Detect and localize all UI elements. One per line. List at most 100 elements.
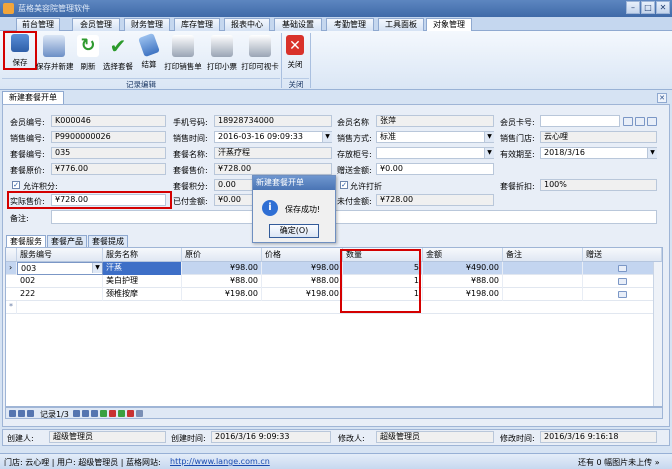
amount-cell[interactable]: ¥490.00: [423, 262, 503, 275]
note-cell[interactable]: [503, 288, 583, 301]
save-record-icon[interactable]: [118, 410, 125, 417]
cabinet-field[interactable]: [376, 147, 494, 159]
gift-toggle-button[interactable]: [618, 265, 627, 272]
table-row[interactable]: 222 颈椎按摩 ¥198.00 ¥198.00 1 ¥198.00: [6, 288, 662, 301]
first-record-icon[interactable]: [9, 410, 16, 417]
service-name-cell[interactable]: 美白护理: [103, 275, 182, 288]
sales-time-field[interactable]: 2016-03-16 09:09:33: [214, 131, 332, 143]
original-price-field[interactable]: ¥776.00: [51, 163, 166, 175]
filter-icon[interactable]: [136, 410, 143, 417]
note-cell[interactable]: [503, 262, 583, 275]
column-header[interactable]: 赠送: [583, 248, 662, 262]
column-header[interactable]: 原价: [182, 248, 262, 262]
amount-cell[interactable]: ¥198.00: [423, 288, 503, 301]
maximize-button[interactable]: □: [641, 1, 655, 14]
sales-store-field[interactable]: 云心哩: [540, 131, 657, 143]
close-document-icon[interactable]: ✕: [657, 93, 667, 103]
save-button[interactable]: 保存: [3, 31, 37, 70]
package-discount-field[interactable]: 100%: [540, 179, 657, 191]
member-name-field[interactable]: 张萍: [376, 115, 494, 127]
website-link[interactable]: http://www.lange.com.cn: [170, 457, 270, 466]
sales-no-field[interactable]: P9900000026: [51, 131, 166, 143]
card-clear-button[interactable]: [647, 117, 657, 126]
amount-cell[interactable]: ¥88.00: [423, 275, 503, 288]
service-name-cell[interactable]: 汗蒸: [103, 262, 182, 275]
grid-scrollbar[interactable]: [653, 262, 662, 406]
unpaid-field[interactable]: ¥728.00: [376, 194, 494, 206]
allow-discount-checkbox[interactable]: ✓: [340, 181, 348, 189]
service-code-cell[interactable]: 222: [17, 288, 103, 301]
close-window-button[interactable]: ✕: [656, 1, 670, 14]
tab-attendance[interactable]: 考勤管理: [326, 18, 374, 31]
tab-reports[interactable]: 报表中心: [224, 18, 270, 31]
tab-member[interactable]: 会员管理: [72, 18, 120, 31]
close-button[interactable]: ✕ 关闭: [284, 33, 306, 77]
print-card-button[interactable]: 打印可视卡: [241, 33, 279, 77]
original-price-cell[interactable]: ¥198.00: [182, 288, 262, 301]
column-header[interactable]: 服务编号: [17, 248, 103, 262]
tab-settings[interactable]: 基础设置: [274, 18, 322, 31]
sales-method-select[interactable]: 标准: [376, 131, 494, 143]
gift-amount-field[interactable]: ¥0.00: [376, 163, 494, 175]
last-record-icon[interactable]: [91, 410, 98, 417]
column-header[interactable]: 价格: [262, 248, 343, 262]
price-cell[interactable]: ¥198.00: [262, 288, 343, 301]
cancel-record-icon[interactable]: [127, 410, 134, 417]
ok-button[interactable]: 确定(O): [269, 224, 319, 238]
table-row[interactable]: 002 美白护理 ¥88.00 ¥88.00 1 ¥88.00: [6, 275, 662, 288]
chevron-down-icon[interactable]: ▼: [484, 148, 494, 158]
chevron-down-icon[interactable]: ▼: [484, 132, 494, 142]
price-cell[interactable]: ¥88.00: [262, 275, 343, 288]
tab-package-commission[interactable]: 套餐提成: [88, 235, 128, 247]
chevron-down-icon[interactable]: ▼: [92, 263, 102, 273]
tab-objects[interactable]: 对象管理: [426, 18, 472, 32]
prev-record-icon[interactable]: [27, 410, 34, 417]
delete-record-icon[interactable]: [109, 410, 116, 417]
gift-toggle-button[interactable]: [618, 291, 627, 298]
checkout-button[interactable]: 结算: [137, 32, 161, 77]
original-price-cell[interactable]: ¥88.00: [182, 275, 262, 288]
tab-package-products[interactable]: 套餐产品: [47, 235, 87, 247]
column-header[interactable]: 服务名称: [103, 248, 182, 262]
print-receipt-button[interactable]: 打印小票: [205, 33, 239, 77]
tab-tools[interactable]: 工具面板: [378, 18, 424, 31]
table-row[interactable]: › 003 ▼ 汗蒸 ¥98.00 ¥98.00 5 ¥490.00: [6, 262, 662, 275]
note-field[interactable]: [51, 210, 657, 224]
card-add-button[interactable]: [635, 117, 645, 126]
chevron-down-icon[interactable]: ▼: [322, 132, 332, 142]
save-and-new-button[interactable]: 保存并新建: [36, 33, 74, 77]
next-record-icon[interactable]: [73, 410, 80, 417]
price-cell[interactable]: ¥98.00: [262, 262, 343, 275]
print-sales-button[interactable]: 打印销售单: [164, 33, 202, 77]
member-card-field[interactable]: [540, 115, 620, 127]
column-header[interactable]: 备注: [503, 248, 583, 262]
allow-points-checkbox[interactable]: ✓: [12, 181, 20, 189]
mobile-field[interactable]: 18928734000: [214, 115, 332, 127]
next-page-icon[interactable]: [82, 410, 89, 417]
member-no-field[interactable]: K000046: [51, 115, 166, 127]
valid-until-field[interactable]: 2018/3/16: [540, 147, 657, 159]
service-name-cell[interactable]: 颈椎按摩: [103, 288, 182, 301]
refresh-button[interactable]: ↻ 刷新: [76, 33, 100, 77]
sale-price-field[interactable]: ¥728.00: [214, 163, 332, 175]
chevron-down-icon[interactable]: ▼: [647, 148, 657, 158]
minimize-button[interactable]: –: [626, 1, 640, 14]
gift-toggle-button[interactable]: [618, 278, 627, 285]
document-tab[interactable]: 新建套餐开单: [2, 91, 64, 104]
tab-package-services[interactable]: 套餐服务: [6, 235, 46, 247]
original-price-cell[interactable]: ¥98.00: [182, 262, 262, 275]
tab-finance[interactable]: 财务管理: [124, 18, 170, 31]
select-package-button[interactable]: ✔ 选择套餐: [102, 33, 134, 77]
service-code-cell[interactable]: 002: [17, 275, 103, 288]
service-code-cell[interactable]: 003: [17, 262, 103, 275]
prev-page-icon[interactable]: [18, 410, 25, 417]
paid-field[interactable]: ¥0.00: [214, 194, 254, 206]
new-row[interactable]: *: [6, 301, 662, 314]
add-record-icon[interactable]: [100, 410, 107, 417]
package-no-field[interactable]: 035: [51, 147, 166, 159]
tab-front-desk[interactable]: 前台管理: [16, 18, 60, 31]
package-name-field[interactable]: 汗蒸疗程: [214, 147, 332, 159]
column-header[interactable]: 金额: [423, 248, 503, 262]
card-lookup-button[interactable]: [623, 117, 633, 126]
tab-inventory[interactable]: 库存管理: [174, 18, 220, 31]
